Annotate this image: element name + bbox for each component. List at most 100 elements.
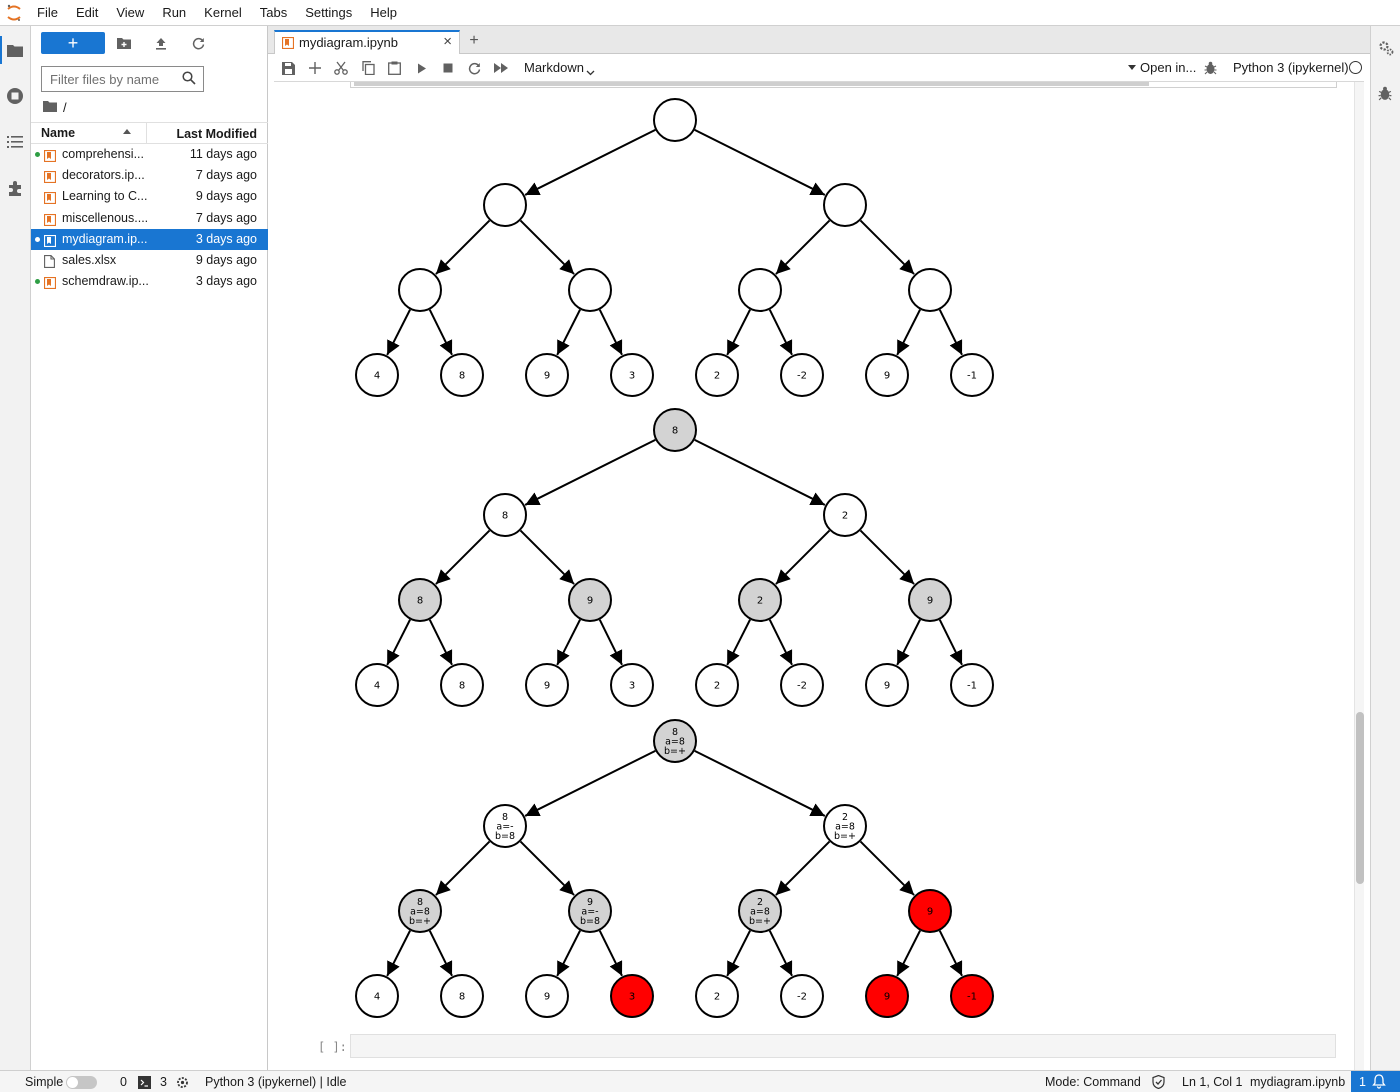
kernel-status-text[interactable]: Python 3 (ipykernel) | Idle	[205, 1075, 347, 1089]
new-folder-icon[interactable]	[115, 34, 133, 52]
upload-icon[interactable]	[152, 34, 170, 52]
simple-mode-toggle[interactable]	[66, 1076, 97, 1089]
column-modified-header[interactable]: Last Modified	[176, 127, 257, 141]
file-modified: 9 days ago	[195, 189, 257, 204]
file-row[interactable]: sales.xlsx 9 days ago	[31, 250, 268, 271]
tree-edge-arrow	[435, 219, 491, 275]
terminal-count[interactable]: 0	[120, 1075, 127, 1089]
tree-edge-arrow	[775, 529, 831, 585]
stop-icon[interactable]	[440, 60, 456, 76]
tree-node-label: 9	[927, 907, 933, 918]
file-name: sales.xlsx	[62, 253, 117, 267]
menu-view[interactable]: View	[107, 0, 153, 26]
cursor-position[interactable]: Ln 1, Col 1	[1182, 1075, 1242, 1089]
kernel-gear-icon[interactable]	[176, 1076, 189, 1092]
shield-check-icon[interactable]	[1152, 1074, 1165, 1092]
tree-node	[653, 98, 697, 142]
file-modified: 7 days ago	[195, 210, 257, 225]
empty-code-cell[interactable]	[350, 1034, 1336, 1058]
menu-settings[interactable]: Settings	[296, 0, 361, 26]
file-row[interactable]: mydiagram.ip... 3 days ago	[31, 228, 268, 250]
file-row[interactable]: decorators.ip... 7 days ago	[31, 165, 268, 186]
notebook-icon	[43, 212, 57, 226]
tree-edge-arrow	[524, 128, 656, 196]
menu-file[interactable]: File	[28, 0, 67, 26]
notebook-icon	[43, 169, 57, 184]
restart-icon[interactable]	[466, 60, 482, 76]
save-icon[interactable]	[280, 60, 296, 76]
copy-icon[interactable]	[360, 60, 376, 76]
mode-indicator: Mode: Command	[1045, 1075, 1141, 1089]
tree-diagram-output: 4 8 9 3 2 -2 9 -188 28 9 2 94 8 9 3 2 -2 9 -18a=8b=+8a=-b=…	[355, 98, 994, 1018]
file-row[interactable]: Learning to C... 9 days ago	[31, 186, 268, 207]
running-indicator-icon	[35, 279, 40, 285]
tree-node-label: -2	[797, 371, 807, 382]
menu-help[interactable]: Help	[361, 0, 406, 26]
tree-node-label: 9	[544, 992, 550, 1003]
status-filename: mydiagram.ipynb	[1250, 1075, 1346, 1089]
column-name-header[interactable]: Name	[41, 126, 75, 140]
filter-files-field[interactable]	[41, 66, 204, 92]
add-cell-icon[interactable]	[307, 60, 323, 76]
tree-node-label: 2	[842, 511, 848, 522]
tree-edge-arrow	[938, 309, 963, 356]
folder-icon[interactable]	[5, 40, 25, 60]
column-divider[interactable]	[146, 123, 147, 144]
cut-icon[interactable]	[333, 60, 349, 76]
tree-edge-arrow	[768, 309, 793, 356]
binary-tree-1: 4 8 9 3 2 -2 9 -1	[355, 98, 994, 397]
tree-node-label: 9	[544, 371, 550, 382]
tree-edge-arrow	[598, 930, 623, 977]
tree-node	[483, 183, 527, 227]
debugger-icon[interactable]	[1202, 60, 1218, 76]
tree-node-label: 8	[502, 511, 508, 522]
menu-tabs[interactable]: Tabs	[251, 0, 296, 26]
scrollbar-thumb[interactable]	[1356, 712, 1364, 884]
notebook-scrollbar[interactable]	[1354, 82, 1364, 1070]
tree-node-label: 9	[884, 992, 890, 1003]
menu-edit[interactable]: Edit	[67, 0, 107, 26]
tree-node-label: 9	[884, 371, 890, 382]
cell-type-select[interactable]: Markdown	[524, 60, 595, 76]
tree-node	[738, 268, 782, 312]
run-icon[interactable]	[414, 60, 430, 76]
terminal-icon[interactable]	[138, 1076, 151, 1092]
tab-mydiagram[interactable]: mydiagram.ipynb ×	[274, 30, 460, 54]
running-indicator-icon	[35, 236, 40, 242]
breadcrumb-root[interactable]: /	[63, 100, 67, 115]
file-icon	[44, 254, 57, 268]
file-row[interactable]: miscellenous.... 7 days ago	[31, 208, 268, 229]
notifications-button[interactable]: 1	[1351, 1071, 1400, 1092]
tree-edge-arrow	[896, 619, 921, 666]
tree-edge-arrow	[775, 840, 831, 896]
kernel-count[interactable]: 3	[160, 1075, 167, 1089]
tree-edge-arrow	[938, 619, 963, 666]
tree-node-label: b=8	[580, 916, 600, 927]
extensions-icon[interactable]	[5, 178, 25, 198]
filter-files-input[interactable]	[42, 67, 172, 91]
property-inspector-icon[interactable]	[1378, 40, 1396, 58]
debugger-icon[interactable]	[1378, 86, 1396, 104]
tree-node-label: -1	[967, 681, 977, 692]
close-icon[interactable]: ×	[443, 33, 452, 50]
file-row[interactable]: schemdraw.ip... 3 days ago	[31, 271, 268, 292]
menu-kernel[interactable]: Kernel	[195, 0, 251, 26]
toggle-knob	[67, 1077, 78, 1088]
file-modified: 3 days ago	[195, 231, 257, 246]
fast-forward-icon[interactable]	[493, 60, 509, 76]
kernel-name[interactable]: Python 3 (ipykernel)	[1233, 60, 1349, 75]
new-launcher-button[interactable]: +	[41, 32, 105, 54]
tree-edge-arrow	[598, 309, 623, 356]
paste-icon[interactable]	[386, 60, 402, 76]
open-in-menu[interactable]: Open in...	[1128, 60, 1196, 75]
folder-icon[interactable]	[43, 100, 57, 115]
menu-run[interactable]: Run	[153, 0, 195, 26]
tree-edge-arrow	[435, 840, 491, 896]
file-row[interactable]: comprehensi... 11 days ago	[31, 144, 268, 165]
add-tab-button[interactable]: +	[464, 31, 484, 51]
refresh-icon[interactable]	[189, 34, 207, 52]
table-of-contents-icon[interactable]	[5, 132, 25, 152]
notebook-panel: 4 8 9 3 2 -2 9 -1 8 8 2 8 9 2 9 4 8 9 3 2 -2 9 -1 8 a=8 b=+ 8 a=- b=…	[274, 82, 1364, 1070]
running-terminals-icon[interactable]	[5, 86, 25, 106]
tree-edge-arrow	[859, 840, 915, 896]
